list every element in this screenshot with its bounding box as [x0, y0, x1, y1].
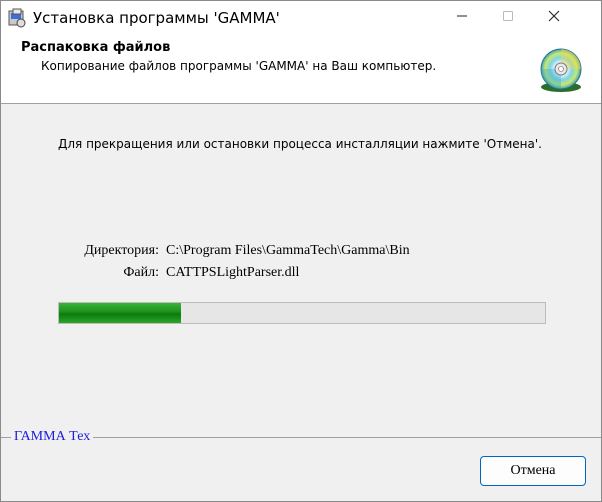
cancel-instruction: Для прекращения или остановки процесса и… — [58, 137, 542, 151]
directory-value: C:\Program Files\GammaTech\Gamma\Bin — [166, 243, 410, 258]
brand-label: ГАММА Тех — [11, 429, 94, 445]
progress-fill — [59, 303, 181, 323]
file-label: Файл: — [123, 265, 159, 280]
installer-icon — [7, 8, 27, 28]
wizard-header: Распаковка файлов Копирование файлов про… — [1, 35, 601, 104]
minimize-icon — [456, 9, 468, 27]
file-value: CATTPSLightParser.dll — [166, 265, 300, 280]
directory-label: Директория: — [84, 243, 159, 258]
cd-disc-icon — [537, 47, 585, 95]
step-subtitle: Копирование файлов программы 'GAMMA' на … — [41, 59, 437, 73]
maximize-button[interactable] — [485, 1, 531, 35]
progress-bar — [58, 302, 546, 324]
step-title: Распаковка файлов — [21, 40, 171, 55]
window-title: Установка программы 'GAMMA' — [33, 9, 280, 27]
cancel-button[interactable]: Отмена — [480, 456, 586, 486]
minimize-button[interactable] — [439, 1, 485, 35]
title-bar[interactable]: Установка программы 'GAMMA' — [1, 1, 601, 35]
installer-window: Установка программы 'GAMMA' Распаковка ф… — [0, 0, 602, 502]
close-button[interactable] — [531, 1, 577, 35]
maximize-icon — [502, 9, 514, 27]
close-icon — [548, 9, 560, 27]
